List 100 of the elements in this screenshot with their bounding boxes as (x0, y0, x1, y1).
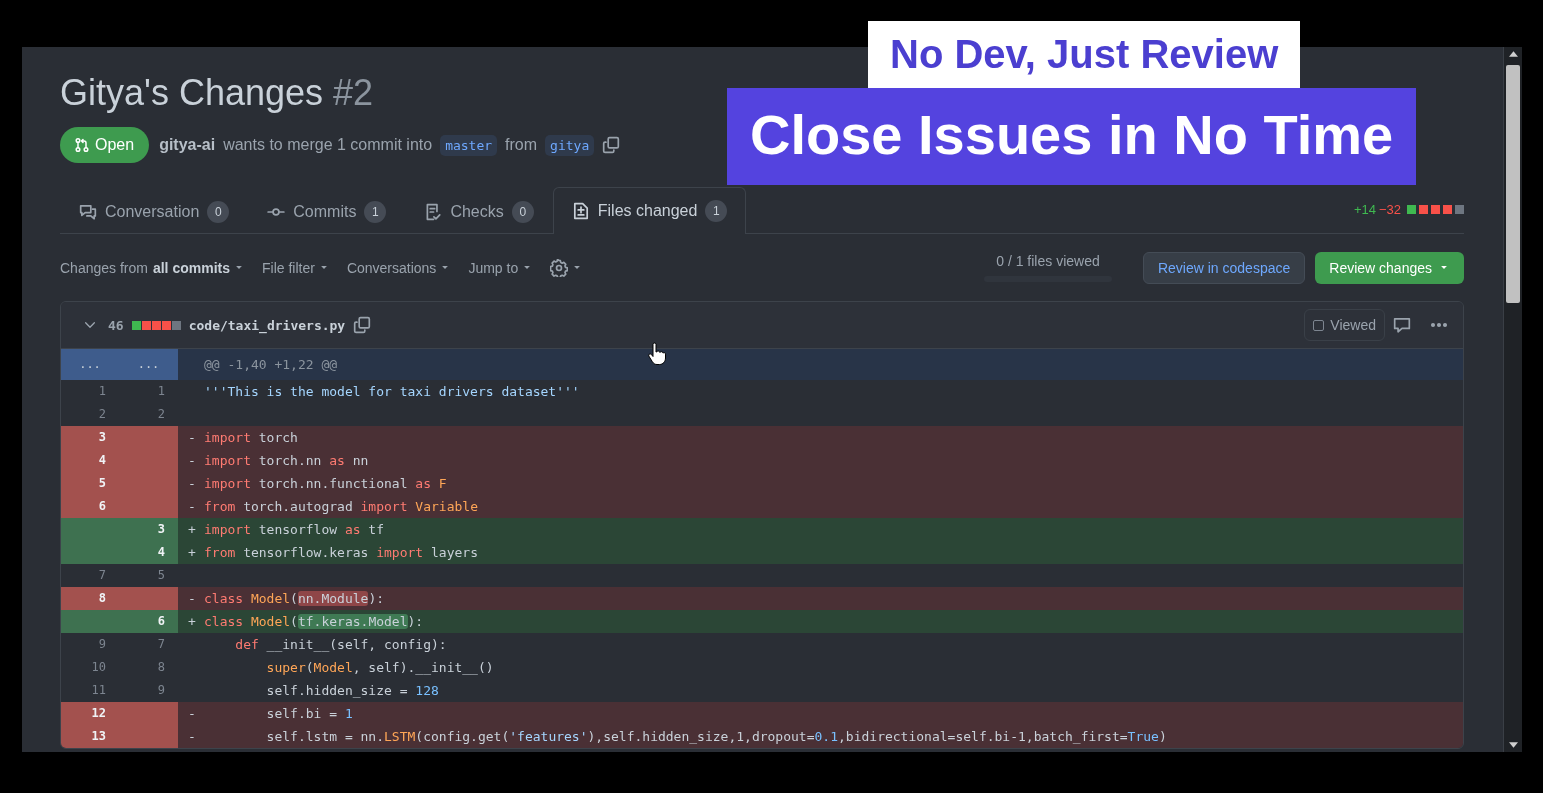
code-line: class Model(nn.Module): (204, 590, 385, 608)
count-badge: 1 (705, 200, 728, 222)
tab[interactable]: Checks 0 (405, 189, 553, 234)
line-number: 9 (97, 636, 107, 653)
line-number: 7 (156, 636, 166, 653)
line-number: 10 (90, 659, 107, 676)
line-number: 1 (156, 383, 166, 400)
caption-subtitle: No Dev, Just Review (868, 21, 1301, 89)
code-line: from torch.autograd import Variable (204, 498, 478, 516)
diff-sign: - (188, 498, 197, 516)
code-line: class Model(tf.keras.Model): (204, 613, 424, 631)
line-number: 8 (156, 659, 166, 676)
copy-icon[interactable] (353, 316, 372, 334)
filter-dropdown[interactable]: File filter (261, 259, 328, 276)
line-number: 7 (97, 567, 107, 584)
caret-icon (573, 265, 582, 270)
checkbox[interactable] (1313, 319, 1325, 331)
line-number: 6 (61, 495, 119, 518)
count-badge: 0 (511, 201, 534, 223)
scrollbar[interactable] (1503, 47, 1522, 752)
code-line: self.bi = 1 (265, 705, 353, 723)
scrollbar-thumb[interactable] (1506, 65, 1520, 303)
additions-count: +14 (1353, 202, 1376, 217)
tab[interactable]: Files changed 1 (552, 187, 747, 234)
file-diff-icon (571, 202, 590, 220)
count-badge: 1 (364, 201, 387, 223)
line-number: 13 (61, 725, 119, 748)
line-number: 5 (156, 567, 166, 584)
line-number: 4 (119, 541, 178, 564)
code-line: import torch.nn as nn (204, 452, 369, 470)
copy-icon[interactable] (602, 136, 621, 154)
diff-sign: + (188, 544, 197, 562)
diff-sign: - (188, 475, 197, 493)
expand-lines[interactable]: ... (119, 349, 178, 380)
diff-sign: + (188, 613, 197, 631)
line-number: 9 (156, 682, 166, 699)
author-link[interactable]: gitya-ai (159, 136, 216, 154)
changes-dropdown[interactable]: Changes from all commits (60, 259, 243, 276)
hand-cursor-icon (647, 342, 667, 366)
line-number: 12 (61, 702, 119, 725)
line-number: 3 (61, 426, 119, 449)
code-line: def __init__(self, config): (234, 636, 447, 654)
code-line: super(Model, self).__init__() (265, 659, 494, 677)
count-badge: 0 (207, 201, 230, 223)
tab[interactable]: Commits 1 (248, 189, 406, 234)
line-number: 1 (97, 383, 107, 400)
expand-lines[interactable]: ... (61, 349, 119, 380)
code-line: import torch (204, 429, 298, 447)
status-badge: Open (60, 127, 150, 163)
comment-icon[interactable] (1393, 316, 1411, 334)
viewed-toggle[interactable]: Viewed (1304, 309, 1385, 341)
gutter-cell (119, 587, 178, 610)
code-line: import tensorflow as tf (204, 521, 385, 539)
caret-icon (234, 265, 243, 270)
merge-summary: wants to merge 1 commit into (223, 136, 433, 154)
diff-sign: + (188, 521, 197, 539)
review-codespace-button[interactable]: Review in codespace (1142, 251, 1306, 284)
diff-sign: - (188, 429, 197, 447)
caption-title: Close Issues in No Time (727, 88, 1417, 185)
changes-count: 46 (108, 317, 124, 333)
line-number: 8 (61, 587, 119, 610)
hunk-header: @@ -1,40 +1,22 @@ (178, 349, 1463, 380)
files-viewed-label: 0 / 1 files viewed (996, 253, 1100, 269)
scroll-up-icon[interactable] (1508, 51, 1518, 57)
line-number: 3 (119, 518, 178, 541)
pr-number: #2 (333, 71, 374, 115)
branch-name[interactable]: master (440, 134, 498, 156)
caret-icon (1440, 265, 1448, 270)
scroll-down-icon[interactable] (1508, 742, 1518, 748)
diff-sign: - (188, 452, 197, 470)
review-changes-button[interactable]: Review changes (1315, 251, 1464, 284)
branch-name[interactable]: gitya (545, 134, 595, 156)
code-line: from tensorflow.keras import layers (204, 544, 478, 562)
code-line: self.lstm = nn.LSTM(config.get('features'),self.hidden_size,1,dropout=0.1,bidirectional=self.bi-1,batch_first=True) (265, 728, 1167, 746)
line-number: 2 (97, 406, 107, 423)
caret-icon (441, 265, 450, 270)
filter-dropdown[interactable]: Jump to (468, 259, 532, 276)
line-number: 11 (90, 682, 107, 699)
caret-icon (523, 265, 532, 270)
deletions-count: −32 (1378, 202, 1401, 217)
settings-icon[interactable] (550, 258, 569, 277)
line-number: 4 (61, 449, 119, 472)
filter-dropdown[interactable]: Conversations (346, 259, 450, 276)
pull-request-icon (74, 137, 90, 153)
line-number: 6 (119, 610, 178, 633)
line-number: 5 (61, 472, 119, 495)
line-number: 2 (156, 406, 166, 423)
code-line: import torch.nn.functional as F (204, 475, 447, 493)
conversation-icon (79, 203, 97, 221)
diff-sign: - (188, 705, 197, 723)
tab[interactable]: Conversation 0 (60, 189, 249, 234)
diff-sign: - (188, 728, 197, 746)
caret-icon (319, 265, 328, 270)
code-line: self.hidden_size = 128 (265, 682, 439, 700)
diff-sign: - (188, 590, 197, 608)
file-path[interactable]: code/taxi_drivers.py (188, 317, 346, 333)
checklist-icon (424, 203, 443, 221)
merge-summary: from (505, 136, 538, 154)
gutter-cell (61, 610, 119, 633)
pr-title: Gitya's Changes (60, 71, 323, 115)
